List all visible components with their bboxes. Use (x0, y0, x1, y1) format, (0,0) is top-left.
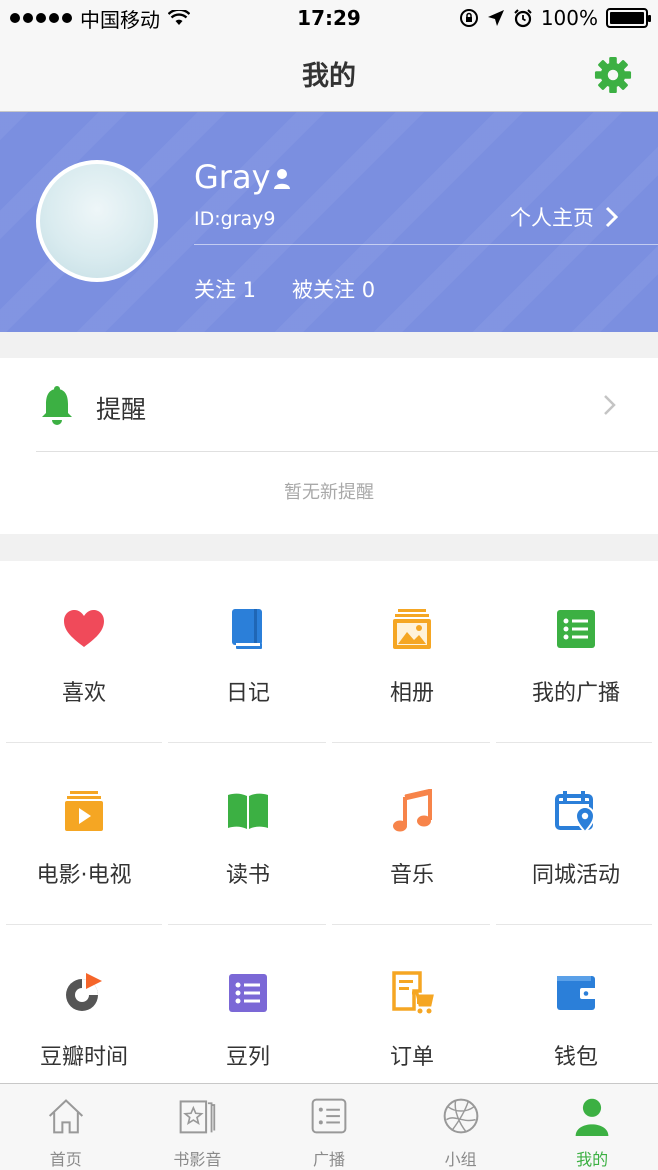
doulist-icon (229, 974, 267, 1012)
grid-item-label: 豆列 (225, 1045, 270, 1070)
grid-item-label: 订单 (389, 1045, 434, 1070)
reminder-divider (36, 451, 658, 452)
carrier-label: 中国移动 (80, 7, 160, 32)
grid-item-movie-tv[interactable]: 电影·电视 (2, 743, 166, 923)
signal-strength-icon (10, 13, 72, 23)
feature-grid: 喜欢 日记 相册 我的广播 电影·电视 读书 音乐 同城活动 豆瓣时间 豆列 订… (0, 561, 658, 1083)
reminder-title: 提醒 (96, 395, 147, 424)
grid-item-my-broadcast[interactable]: 我的广播 (494, 561, 658, 741)
alarm-icon (514, 9, 532, 28)
profile-id: ID:gray9 (194, 208, 276, 230)
wallet-icon (557, 976, 597, 1010)
home-icon (48, 1099, 83, 1134)
grid-item-label: 豆瓣时间 (39, 1045, 128, 1070)
grid-item-like[interactable]: 喜欢 (2, 561, 166, 741)
status-bar: 中国移动 17:29 100% (0, 0, 658, 36)
tab-label: 首页 (49, 1150, 82, 1169)
settings-gear-icon[interactable] (594, 56, 632, 94)
page-title: 我的 (302, 61, 356, 92)
battery-percent: 100% (540, 6, 598, 30)
chevron-right-icon (604, 395, 616, 415)
grid-item-label: 相册 (389, 681, 434, 706)
personal-homepage-label: 个人主页 (510, 206, 594, 230)
grid-item-wallet[interactable]: 钱包 (494, 925, 658, 1105)
grid-item-reading[interactable]: 读书 (166, 743, 330, 923)
profile-header[interactable]: Gray ID:gray9 个人主页 关注 1 被关注 0 (0, 112, 658, 332)
profile-icon (575, 1098, 609, 1136)
diary-icon (232, 609, 262, 649)
grid-item-local-events[interactable]: 同城活动 (494, 743, 658, 923)
tab-bar: 首页 书影音 广播 小组 我的 (0, 1083, 658, 1170)
movie-tv-icon (65, 791, 103, 831)
book-icon (228, 793, 268, 829)
grid-item-label: 音乐 (389, 863, 434, 888)
grid-item-music[interactable]: 音乐 (330, 743, 494, 923)
tab-broadcast[interactable]: 广播 (263, 1084, 395, 1170)
grid-item-doulist[interactable]: 豆列 (166, 925, 330, 1105)
heart-icon (64, 610, 104, 647)
status-bar-right: 100% (459, 6, 651, 30)
profile-divider (194, 244, 658, 245)
status-bar-left: 中国移动 (10, 4, 190, 33)
tab-label: 我的 (576, 1150, 609, 1169)
broadcast-list-icon (557, 610, 595, 648)
tab-home[interactable]: 首页 (0, 1084, 132, 1170)
location-arrow-icon (487, 10, 504, 26)
local-event-icon (555, 791, 596, 833)
tab-mine[interactable]: 我的 (526, 1084, 658, 1170)
broadcast-icon (311, 1098, 347, 1134)
grid-item-label: 同城活动 (531, 863, 620, 888)
reminder-section: 提醒 暂无新提醒 (0, 358, 658, 534)
reminder-empty-text: 暂无新提醒 (284, 482, 374, 503)
reminder-row[interactable]: 提醒 (0, 358, 658, 452)
wifi-icon (168, 10, 190, 25)
personal-homepage-link[interactable]: 个人主页 (510, 202, 618, 232)
tab-books-movies-music[interactable]: 书影音 (132, 1084, 264, 1170)
tab-label: 广播 (312, 1150, 345, 1169)
order-cart-icon (392, 971, 434, 1014)
music-note-icon (393, 789, 432, 832)
grid-item-douban-time[interactable]: 豆瓣时间 (2, 925, 166, 1105)
follow-stats: 关注 1 被关注 0 (194, 274, 375, 304)
person-icon (274, 169, 290, 189)
grid-item-label: 日记 (225, 681, 270, 706)
followers-count[interactable]: 被关注 0 (292, 274, 375, 304)
douban-time-icon (66, 973, 102, 1011)
chevron-right-icon (605, 206, 618, 228)
avatar[interactable] (36, 160, 158, 282)
tab-label: 书影音 (173, 1150, 222, 1169)
star-books-icon (180, 1100, 216, 1134)
tab-label: 小组 (444, 1150, 477, 1169)
bell-icon (42, 386, 72, 425)
navigation-bar: 我的 (0, 36, 658, 112)
grid-item-order[interactable]: 订单 (330, 925, 494, 1105)
album-icon (393, 609, 431, 649)
group-icon (443, 1098, 478, 1134)
grid-item-diary[interactable]: 日记 (166, 561, 330, 741)
grid-item-label: 电影·电视 (36, 863, 132, 888)
grid-item-label: 读书 (225, 863, 270, 888)
tab-group[interactable]: 小组 (395, 1084, 527, 1170)
following-count[interactable]: 关注 1 (194, 274, 256, 304)
profile-name: Gray (194, 158, 271, 196)
grid-item-label: 钱包 (553, 1045, 598, 1070)
grid-item-album[interactable]: 相册 (330, 561, 494, 741)
battery-icon (606, 8, 651, 28)
rotation-lock-icon (459, 9, 478, 27)
grid-item-label: 喜欢 (61, 681, 106, 706)
grid-item-label: 我的广播 (531, 681, 620, 706)
